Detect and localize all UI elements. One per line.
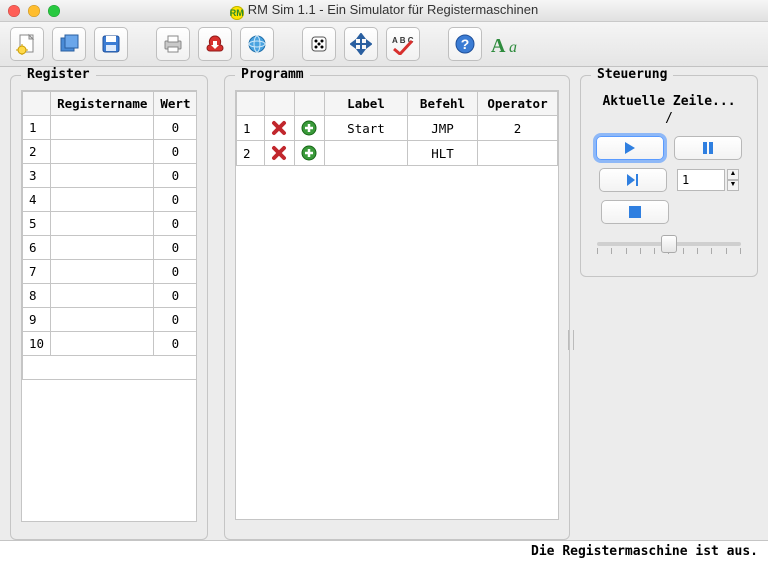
programm-panel: Programm Label Befehl Operator 1 StartJM… <box>224 75 570 540</box>
register-row[interactable]: 20 <box>23 140 197 164</box>
add-row-icon[interactable] <box>301 145 318 161</box>
svg-text:A: A <box>491 35 506 56</box>
current-line-value: / <box>591 111 747 126</box>
register-row[interactable]: 10 <box>23 116 197 140</box>
play-button[interactable] <box>596 136 664 160</box>
steuerung-panel: Steuerung Aktuelle Zeile... / ▲ ▼ <box>580 75 758 277</box>
stop-button[interactable] <box>601 200 669 224</box>
step-count-spinner[interactable]: ▲ ▼ <box>677 169 739 191</box>
window-title: RMRM Sim 1.1 - Ein Simulator für Registe… <box>0 2 768 20</box>
register-panel: Register Registername Wert 1020304050607… <box>10 75 208 540</box>
app-icon: RM <box>230 6 244 20</box>
pause-button[interactable] <box>674 136 742 160</box>
print-button[interactable] <box>156 27 190 61</box>
programm-table[interactable]: Label Befehl Operator 1 StartJMP22 HLT <box>236 91 558 166</box>
step-button[interactable] <box>599 168 667 192</box>
delete-row-icon[interactable] <box>271 145 288 161</box>
window-minimize[interactable] <box>28 5 40 17</box>
step-down[interactable]: ▼ <box>727 180 739 191</box>
register-row[interactable]: 60 <box>23 236 197 260</box>
register-row[interactable]: 30 <box>23 164 197 188</box>
statusbar: Die Registermaschine ist aus. <box>0 540 768 562</box>
status-text: Die Registermaschine ist aus. <box>531 544 758 559</box>
font-button[interactable]: Aa <box>490 27 530 61</box>
register-row[interactable]: 90 <box>23 308 197 332</box>
register-row[interactable]: 70 <box>23 260 197 284</box>
window-zoom[interactable] <box>48 5 60 17</box>
register-legend: Register <box>21 67 96 82</box>
spellcheck-button[interactable]: A B C <box>386 27 420 61</box>
open-button[interactable] <box>52 27 86 61</box>
delete-row-icon[interactable] <box>271 120 288 136</box>
svg-text:a: a <box>509 39 517 56</box>
step-up[interactable]: ▲ <box>727 169 739 180</box>
toolbar: A B C ? Aa <box>0 22 768 67</box>
step-count-input[interactable] <box>677 169 725 191</box>
window-close[interactable] <box>8 5 20 17</box>
register-table[interactable]: Registername Wert 102030405060708090100 <box>22 91 197 380</box>
web-button[interactable] <box>240 27 274 61</box>
titlebar: RMRM Sim 1.1 - Ein Simulator für Registe… <box>0 0 768 22</box>
dice-button[interactable] <box>302 27 336 61</box>
new-button[interactable] <box>10 27 44 61</box>
register-row[interactable]: 80 <box>23 284 197 308</box>
current-line-label: Aktuelle Zeile... <box>591 94 747 109</box>
programm-legend: Programm <box>235 67 310 82</box>
register-row[interactable]: 40 <box>23 188 197 212</box>
pdf-button[interactable] <box>198 27 232 61</box>
speed-slider[interactable] <box>591 232 747 262</box>
help-button[interactable]: ? <box>448 27 482 61</box>
steuerung-legend: Steuerung <box>591 67 673 82</box>
programm-row[interactable]: 2 HLT <box>237 141 558 166</box>
svg-text:?: ? <box>461 36 470 52</box>
save-button[interactable] <box>94 27 128 61</box>
move-button[interactable] <box>344 27 378 61</box>
register-row[interactable]: 50 <box>23 212 197 236</box>
programm-row[interactable]: 1 StartJMP2 <box>237 116 558 141</box>
register-row[interactable]: 100 <box>23 332 197 356</box>
splitter-handle[interactable] <box>568 330 574 350</box>
add-row-icon[interactable] <box>301 120 318 136</box>
